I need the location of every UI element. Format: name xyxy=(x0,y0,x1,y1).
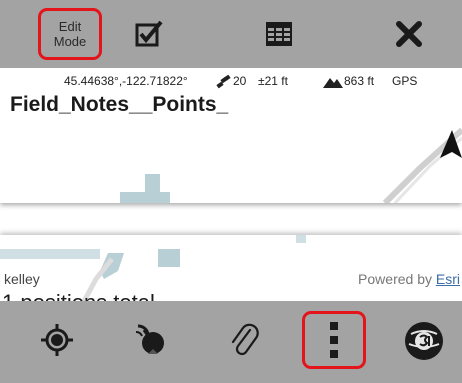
powered-by-esri: Powered by Esri xyxy=(358,271,460,287)
checkbox-button[interactable] xyxy=(132,8,166,60)
bottom-screen: kelley Powered by Esri 1 positions total xyxy=(0,235,462,383)
map-attribution: kelley xyxy=(4,271,40,287)
close-icon xyxy=(396,21,422,47)
map-feature-parcel xyxy=(0,249,100,259)
edit-mode-label-line2: Mode xyxy=(53,34,87,49)
collector-app-icon xyxy=(405,322,443,360)
attachment-button[interactable] xyxy=(225,321,263,359)
locate-button[interactable] xyxy=(38,321,76,359)
more-options-button[interactable] xyxy=(302,311,366,369)
gps-coordinates: 45.44638°,-122.71822° xyxy=(64,74,188,88)
close-button[interactable] xyxy=(392,8,426,60)
collector-app-button[interactable] xyxy=(402,319,446,363)
satellite-icon xyxy=(216,75,232,89)
bottom-toolbar xyxy=(0,301,462,383)
gps-accuracy: ±21 ft xyxy=(258,74,288,88)
table-button[interactable] xyxy=(262,8,296,60)
gps-source: GPS xyxy=(392,74,418,88)
edit-mode-label-line1: Edit xyxy=(58,19,82,34)
layer-title: Field_Notes__Points_ xyxy=(10,93,229,116)
elevation-icon xyxy=(323,76,343,88)
satellite-dish-icon xyxy=(135,324,164,354)
gps-status-bar: 45.44638°,-122.71822° 20 ±21 ft 863 ft G… xyxy=(0,74,462,92)
top-toolbar: Edit Mode xyxy=(0,0,462,68)
powered-by-label: Powered by xyxy=(358,271,432,287)
locate-icon xyxy=(41,324,73,356)
gps-receiver-button[interactable] xyxy=(133,321,171,359)
satellite-count: 20 xyxy=(233,74,247,88)
table-icon xyxy=(266,22,292,46)
map-feature-block xyxy=(158,249,180,267)
checkbox-icon xyxy=(135,20,163,47)
esri-link[interactable]: Esri xyxy=(436,271,460,287)
paperclip-icon xyxy=(231,323,259,356)
map-feature-small xyxy=(296,235,306,243)
top-screen: Edit Mode 45.44638°,-122.71822° 20 ±21 f… xyxy=(0,0,462,203)
map-feature-building xyxy=(120,174,170,203)
more-vertical-icon xyxy=(330,322,338,358)
edit-mode-button[interactable]: Edit Mode xyxy=(38,8,102,60)
elevation-value: 863 ft xyxy=(344,74,375,88)
